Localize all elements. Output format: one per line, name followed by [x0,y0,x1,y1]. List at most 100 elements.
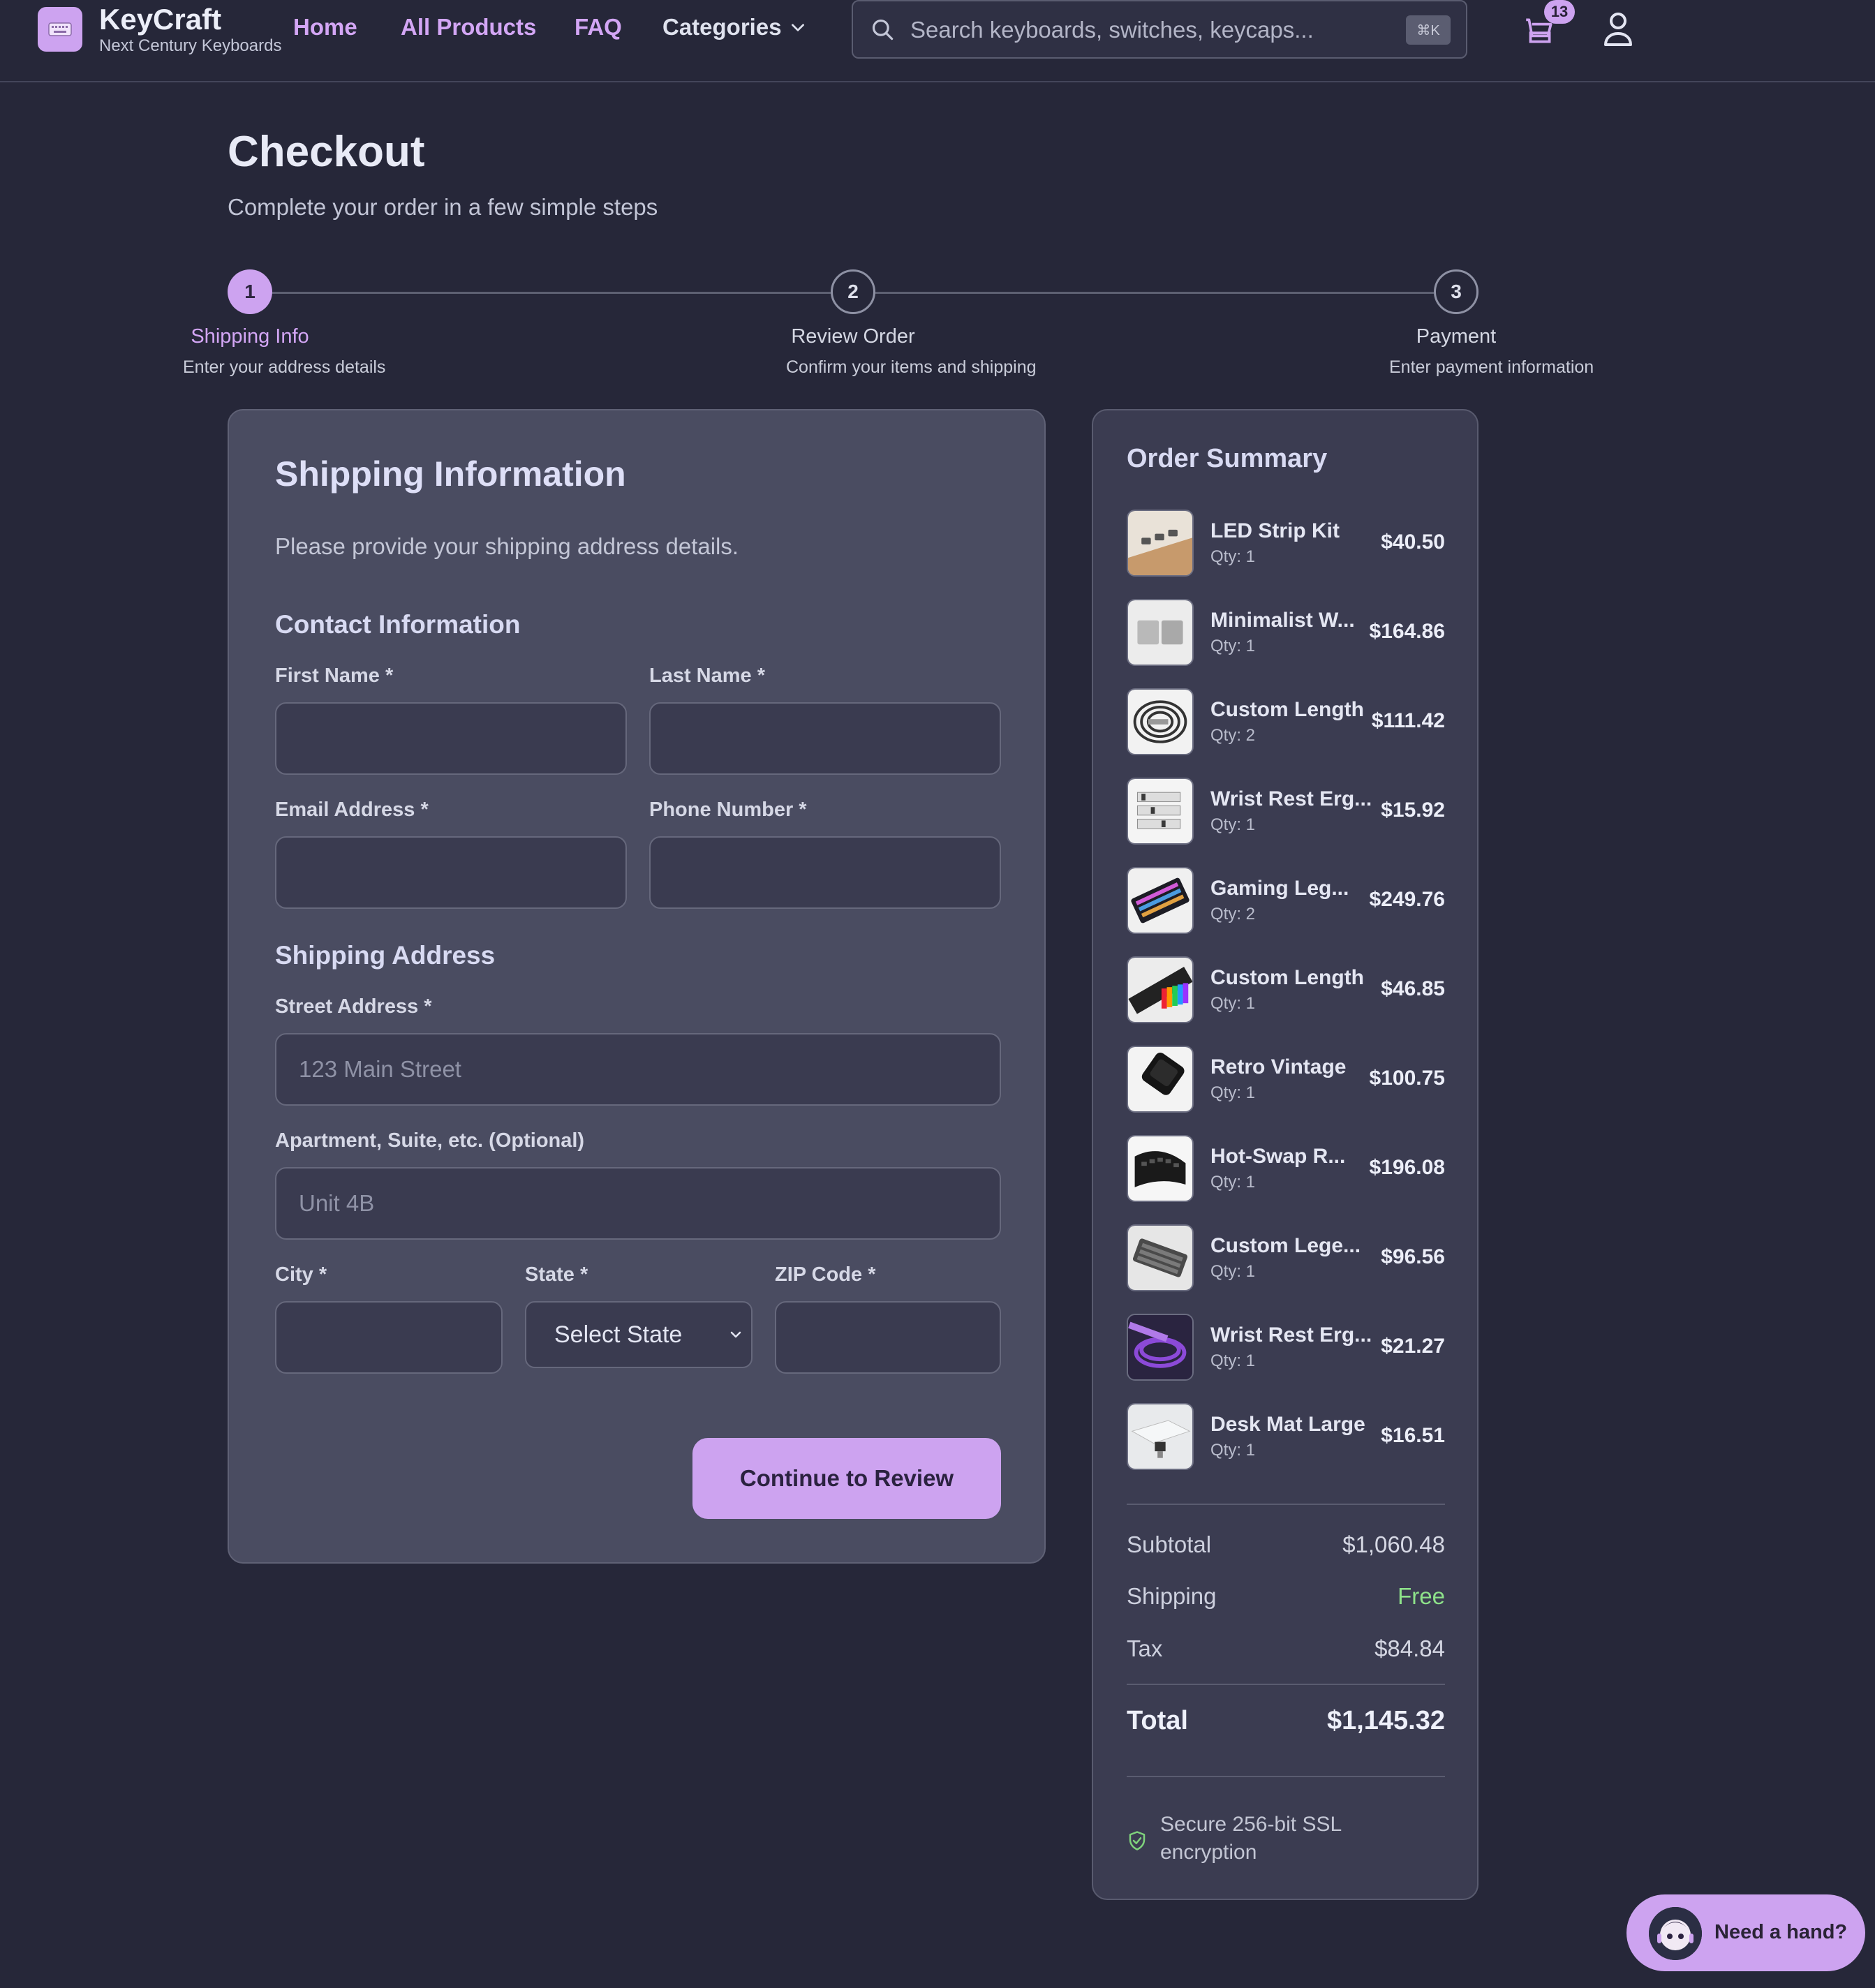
summary-item[interactable]: Minimalist W... Qty: 1 $164.86 [1127,599,1445,666]
summary-item[interactable]: Custom Length Qty: 2 $111.42 [1127,688,1445,755]
product-thumbnail [1127,778,1194,845]
item-qty: Qty: 2 [1210,905,1256,923]
summary-item[interactable]: Wrist Rest Erg... Qty: 1 $15.92 [1127,778,1445,845]
first-name-label: First Name * [275,665,394,687]
first-name-field[interactable] [275,702,627,775]
summary-divider [1127,1684,1445,1685]
item-price: $249.76 [1369,888,1445,911]
item-name: LED Strip Kit [1210,519,1340,542]
nav-categories[interactable]: Categories [662,14,807,40]
item-price: $21.27 [1381,1335,1445,1358]
item-qty: Qty: 1 [1210,994,1256,1013]
shipping-address-heading: Shipping Address [275,941,496,970]
item-qty: Qty: 1 [1210,637,1256,655]
item-qty: Qty: 1 [1210,815,1256,834]
tax-row: Tax $84.84 [1127,1635,1445,1662]
step-1-circle[interactable]: 1 [228,269,272,314]
item-name: Gaming Leg... [1210,877,1349,900]
total-row: Total $1,145.32 [1127,1706,1445,1736]
item-price: $40.50 [1381,531,1445,554]
shipping-value: Free [1398,1583,1445,1609]
product-thumbnail [1127,1046,1194,1113]
nav-faq[interactable]: FAQ [575,14,622,40]
phone-field[interactable] [649,836,1001,909]
step-2-circle[interactable]: 2 [831,269,875,314]
order-summary-title: Order Summary [1127,444,1328,473]
summary-item[interactable]: Wrist Rest Erg... Qty: 1 $21.27 [1127,1314,1445,1381]
email-label: Email Address * [275,799,429,821]
continue-to-review-button[interactable]: Continue to Review [692,1438,1001,1519]
shipping-row: Shipping Free [1127,1583,1445,1610]
item-price: $196.08 [1369,1156,1445,1179]
step-3-label: Payment [1416,325,1497,348]
item-qty: Qty: 1 [1210,1351,1256,1370]
total-value: $1,145.32 [1326,1706,1445,1735]
item-price: $100.75 [1369,1067,1445,1090]
apartment-label: Apartment, Suite, etc. (Optional) [275,1129,585,1152]
summary-divider [1127,1504,1445,1505]
item-qty: Qty: 1 [1210,1173,1256,1192]
summary-item[interactable]: Desk Mat Large Qty: 1 $16.51 [1127,1403,1445,1470]
keyboard-logo-icon[interactable] [38,7,82,52]
contact-info-heading: Contact Information [275,610,521,639]
subtotal-value: $1,060.48 [1342,1531,1445,1557]
product-thumbnail [1127,1403,1194,1470]
item-name: Minimalist W... [1210,609,1355,632]
summary-item[interactable]: LED Strip Kit Qty: 1 $40.50 [1127,510,1445,577]
product-thumbnail [1127,1135,1194,1202]
summary-item[interactable]: Hot-Swap R... Qty: 1 $196.08 [1127,1135,1445,1202]
user-icon[interactable] [1601,11,1635,47]
item-name: Custom Length [1210,966,1364,989]
summary-item[interactable]: Retro Vintage Qty: 1 $100.75 [1127,1046,1445,1113]
state-label: State * [525,1263,588,1286]
item-name: Hot-Swap R... [1210,1145,1346,1168]
summary-item[interactable]: Gaming Leg... Qty: 2 $249.76 [1127,867,1445,934]
zip-label: ZIP Code * [775,1263,876,1286]
help-chat-button[interactable]: Need a hand? [1626,1894,1865,1971]
chevron-down-icon [730,1331,741,1338]
help-label: Need a hand? [1714,1921,1848,1943]
subtotal-row: Subtotal $1,060.48 [1127,1531,1445,1558]
summary-item[interactable]: Custom Lege... Qty: 1 $96.56 [1127,1224,1445,1291]
apartment-field[interactable] [275,1167,1001,1240]
item-qty: Qty: 2 [1210,726,1256,745]
last-name-field[interactable] [649,702,1001,775]
chevron-down-icon [791,24,804,31]
item-name: Wrist Rest Erg... [1210,787,1372,810]
item-price: $16.51 [1381,1424,1445,1447]
summary-divider [1127,1776,1445,1777]
email-field[interactable] [275,836,627,909]
step-3-circle[interactable]: 3 [1434,269,1478,314]
step-1-desc: Enter your address details [183,357,386,377]
search-bar[interactable]: Search keyboards, switches, keycaps... ⌘… [852,0,1467,59]
step-connector [272,292,831,294]
item-name: Wrist Rest Erg... [1210,1323,1372,1347]
zip-field[interactable] [775,1301,1001,1374]
search-input[interactable]: Search keyboards, switches, keycaps... [910,17,1314,43]
tax-value: $84.84 [1374,1635,1445,1661]
state-select[interactable]: Select State [525,1301,753,1368]
step-2-label: Review Order [791,325,915,348]
brand-name[interactable]: KeyCraft [99,3,221,36]
street-label: Street Address * [275,995,432,1018]
item-price: $46.85 [1381,977,1445,1000]
street-address-field[interactable] [275,1033,1001,1106]
tax-label: Tax [1127,1635,1163,1661]
item-price: $111.42 [1371,709,1445,732]
step-connector [875,292,1434,294]
nav-home[interactable]: Home [293,14,357,40]
total-label: Total [1127,1706,1188,1735]
last-name-label: Last Name * [649,665,766,687]
city-field[interactable] [275,1301,503,1374]
summary-item[interactable]: Custom Length Qty: 1 $46.85 [1127,956,1445,1023]
step-2-desc: Confirm your items and shipping [786,357,1037,377]
page-subtitle: Complete your order in a few simple step… [228,194,658,220]
brand-tagline: Next Century Keyboards [99,36,282,55]
secure-text: Secure 256-bit SSL encryption [1160,1813,1342,1864]
nav-categories-label: Categories [662,14,782,40]
shipping-form-card: Shipping Information Please provide your… [228,409,1046,1564]
item-name: Retro Vintage [1210,1055,1347,1078]
item-qty: Qty: 1 [1210,1441,1256,1460]
product-thumbnail [1127,510,1194,577]
nav-all-products[interactable]: All Products [401,14,536,40]
